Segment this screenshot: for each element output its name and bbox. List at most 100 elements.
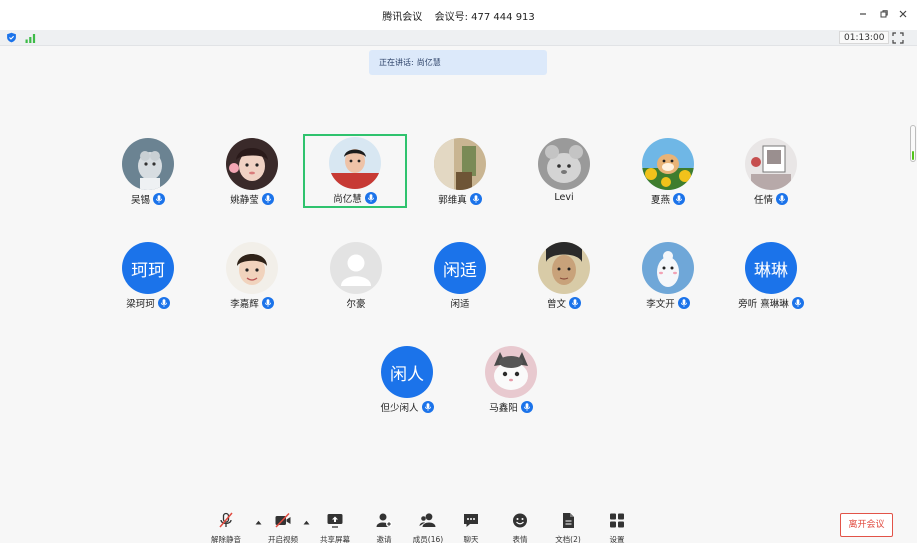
share-screen-button[interactable]: 共享屏幕 — [312, 512, 358, 543]
participant-tile[interactable]: Levi — [512, 135, 616, 209]
participant-tile[interactable]: 李文开 — [616, 239, 720, 313]
microphone-icon — [569, 297, 581, 309]
unmute-label: 解除静音 — [211, 535, 241, 543]
participant-tile[interactable]: 任情 — [719, 135, 823, 209]
security-shield-icon[interactable] — [6, 32, 17, 43]
participant-name: 李文开 — [646, 299, 675, 310]
close-button[interactable] — [896, 7, 910, 21]
video-options-caret[interactable] — [302, 518, 310, 526]
app-name: 腾讯会议 — [382, 12, 423, 23]
microphone-icon — [677, 297, 690, 309]
avatar — [485, 346, 537, 398]
network-signal-icon[interactable] — [25, 33, 37, 43]
participant-name: 闲适 — [450, 299, 470, 310]
reactions-button[interactable]: 表情 — [497, 512, 543, 543]
muted-microphone-icon — [219, 512, 233, 528]
unmute-button[interactable]: 解除静音 — [203, 512, 249, 543]
microphone-icon — [791, 297, 804, 309]
smiley-icon — [513, 513, 527, 528]
video-off-icon — [275, 512, 291, 528]
settings-label: 设置 — [609, 535, 625, 543]
microphone-icon — [421, 401, 434, 413]
microphone-icon — [261, 193, 274, 205]
members-icon — [419, 513, 436, 527]
avatar — [538, 138, 590, 190]
status-bar: 01:13:00 — [0, 30, 917, 46]
meeting-timer: 01:13:00 — [839, 31, 890, 44]
meeting-id-label: 会议号: — [434, 12, 468, 23]
microphone-icon — [261, 297, 274, 309]
start-video-label: 开启视频 — [268, 535, 298, 543]
participant-tile[interactable]: 闲人 但少闲人 — [355, 343, 459, 417]
avatar — [642, 138, 694, 190]
chat-bubble-icon — [464, 514, 478, 527]
app-grid-icon — [610, 513, 624, 528]
window-title: 腾讯会议 会议号: 477 444 913 — [0, 8, 917, 23]
title-bar: 腾讯会议 会议号: 477 444 913 — [0, 0, 917, 30]
participant-name: 姚静莹 — [230, 195, 259, 206]
share-screen-icon — [327, 514, 343, 528]
avatar — [226, 242, 278, 294]
leave-meeting-button[interactable]: 离开会议 — [840, 513, 893, 537]
microphone-icon — [153, 193, 165, 205]
restore-icon — [880, 10, 888, 18]
participant-tile[interactable]: 尔豪 — [304, 239, 408, 313]
avatar-initials: 珂珂 — [122, 242, 174, 294]
participant-tile[interactable]: 夏燕 — [616, 135, 720, 209]
participant-tile[interactable]: 姚静莹 — [200, 135, 304, 209]
avatar-initials: 闲人 — [381, 346, 433, 398]
microphone-icon — [469, 193, 482, 205]
scrollbar-thumb[interactable] — [912, 151, 914, 160]
participant-tile[interactable]: 吴锡 — [96, 135, 200, 209]
chat-button[interactable]: 聊天 — [448, 512, 494, 543]
scrollbar[interactable] — [910, 125, 916, 162]
participant-name: 但少闲人 — [380, 403, 419, 414]
participant-tile-speaking[interactable]: 尚亿慧 — [303, 134, 407, 208]
avatar-initials: 闲适 — [434, 242, 486, 294]
restore-button[interactable] — [877, 7, 891, 21]
fullscreen-icon[interactable] — [892, 32, 904, 44]
documents-button[interactable]: 文档(2) — [545, 512, 591, 543]
participant-tile[interactable]: 珂珂 梁珂珂 — [96, 239, 200, 313]
close-icon — [899, 10, 907, 18]
avatar — [329, 137, 381, 189]
participant-tile[interactable]: 琳琳 旁听 熹琳琳 — [719, 239, 823, 313]
microphone-icon — [364, 192, 377, 204]
participant-name: 郭维真 — [438, 195, 467, 206]
participant-name: 梁珂珂 — [126, 299, 155, 310]
default-avatar — [330, 242, 382, 294]
avatar — [642, 242, 694, 294]
speaking-banner: 正在讲话: 尚亿慧 — [369, 50, 547, 75]
bottom-toolbar: 解除静音 开启视频 共享屏幕 邀请 成员(16) 聊天 表情 文档(2) 设置 — [0, 505, 917, 543]
meeting-id: 477 444 913 — [471, 12, 535, 23]
caret-up-icon — [303, 520, 309, 524]
microphone-icon — [520, 401, 533, 413]
microphone-icon — [776, 193, 788, 205]
participant-tile[interactable]: 曾文 — [512, 239, 616, 313]
participant-name: 夏燕 — [650, 195, 670, 206]
minimize-icon — [860, 13, 866, 15]
microphone-icon — [157, 297, 170, 309]
participant-tile[interactable]: 李嘉辉 — [200, 239, 304, 313]
participant-name: 李嘉辉 — [230, 299, 259, 310]
participant-name: 尚亿慧 — [333, 194, 362, 205]
participant-tile[interactable]: 郭维真 — [408, 135, 512, 209]
participant-name: 吴锡 — [130, 195, 150, 206]
participant-name: 旁听 熹琳琳 — [738, 299, 789, 310]
start-video-button[interactable]: 开启视频 — [260, 512, 306, 543]
participant-tile[interactable]: 闲适 闲适 — [408, 239, 512, 313]
speaking-label: 正在讲话: — [379, 58, 414, 67]
avatar-initials: 琳琳 — [745, 242, 797, 294]
participant-tile[interactable]: 马鑫阳 — [459, 343, 563, 417]
document-icon — [563, 513, 574, 528]
speaking-name: 尚亿慧 — [416, 58, 441, 67]
participant-name: 任情 — [753, 195, 773, 206]
avatar — [226, 138, 278, 190]
microphone-icon — [673, 193, 685, 205]
avatar — [122, 138, 174, 190]
participant-name: 尔豪 — [346, 299, 366, 310]
participant-name: 曾文 — [546, 299, 566, 310]
avatar — [745, 138, 797, 190]
minimize-button[interactable] — [856, 7, 870, 21]
settings-button[interactable]: 设置 — [594, 512, 640, 543]
